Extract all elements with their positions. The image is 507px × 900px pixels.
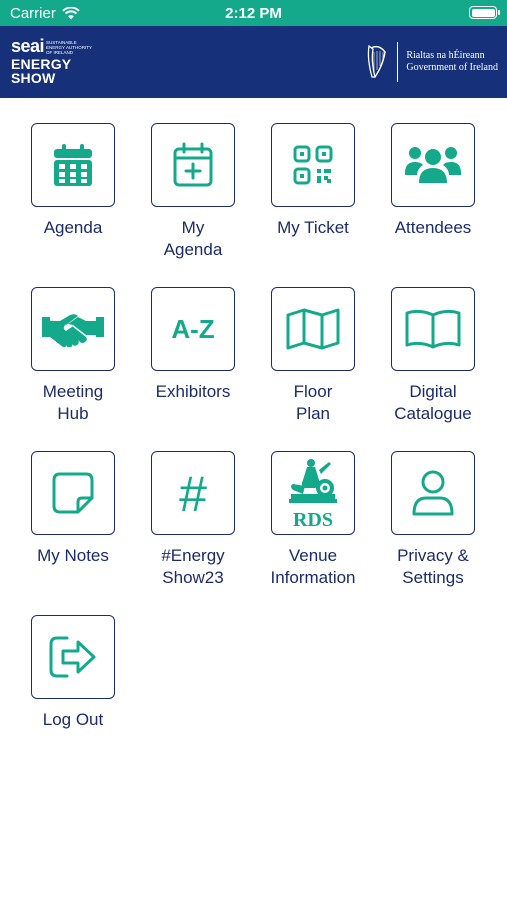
- status-bar: Carrier 2:12 PM: [0, 0, 507, 26]
- menu-tile-box[interactable]: A-Z: [151, 287, 235, 371]
- menu-item-label: My Agenda: [163, 218, 223, 259]
- menu-item-venue-information[interactable]: RDS Venue Information: [253, 451, 373, 589]
- calendar-icon: [54, 144, 92, 186]
- menu-tile-box[interactable]: [31, 451, 115, 535]
- menu-item-label: #Energy Show23: [161, 546, 225, 587]
- menu-item-log-out[interactable]: Log Out: [13, 615, 133, 731]
- logout-icon: [49, 636, 96, 678]
- menu-item-label: My Ticket: [277, 218, 349, 237]
- note-icon: [52, 472, 94, 514]
- rds-logo-text: RDS: [293, 509, 333, 530]
- map-icon: [286, 308, 340, 350]
- menu-item-my-agenda[interactable]: My Agenda: [133, 123, 253, 261]
- rds-logo-icon: RDS: [289, 459, 337, 530]
- hashtag-icon: #: [179, 468, 207, 518]
- menu-item-my-notes[interactable]: My Notes: [13, 451, 133, 567]
- menu-item-floor-plan[interactable]: Floor Plan: [253, 287, 373, 425]
- menu-item-attendees[interactable]: Attendees: [373, 123, 493, 239]
- menu-item-label: Digital Catalogue: [394, 382, 472, 423]
- user-icon: [412, 470, 454, 516]
- menu-tile-box[interactable]: [271, 287, 355, 371]
- menu-tile-box[interactable]: RDS: [271, 451, 355, 535]
- menu-item-agenda[interactable]: Agenda: [13, 123, 133, 239]
- menu-item-label: Floor Plan: [293, 382, 333, 423]
- government-of-ireland-logo: Rialtas na hÉireann Government of Irelan…: [363, 42, 498, 82]
- a-z-icon: A-Z: [171, 314, 214, 344]
- menu-tile-box[interactable]: [271, 123, 355, 207]
- seai-energy-show-logo: seai SUSTAINABLE ENERGY AUTHORITY OF IREL…: [11, 36, 92, 86]
- menu-item-label: Attendees: [394, 218, 472, 237]
- calendar-plus-icon: [173, 142, 213, 187]
- clock: 2:12 PM: [225, 5, 282, 22]
- gov-line-irish: Rialtas na hÉireann: [406, 50, 485, 61]
- menu-item-my-ticket[interactable]: My Ticket: [253, 123, 373, 239]
- menu-item-label: Privacy & Settings: [397, 546, 469, 587]
- battery-icon: [469, 6, 500, 19]
- header-divider: [397, 42, 399, 82]
- qr-code-icon: [293, 145, 333, 185]
- menu-item-label: Log Out: [42, 710, 104, 729]
- menu-tile-box[interactable]: [31, 123, 115, 207]
- harp-icon: [368, 44, 387, 78]
- menu-item-label: Meeting Hub: [42, 382, 104, 423]
- menu-item-meeting-hub[interactable]: Meeting Hub: [13, 287, 133, 425]
- menu-tile-box[interactable]: [151, 123, 235, 207]
- menu-tile-box[interactable]: [31, 615, 115, 699]
- menu-item-energy-show-hashtag[interactable]: # #Energy Show23: [133, 451, 253, 589]
- menu-tile-box[interactable]: [391, 287, 475, 371]
- menu-item-label: Venue Information: [270, 546, 356, 587]
- app-header: seai SUSTAINABLE ENERGY AUTHORITY OF IREL…: [0, 26, 507, 98]
- brand-line-2: SHOW: [11, 70, 56, 86]
- brand-seai: seai: [11, 36, 45, 56]
- menu-item-label: My Notes: [37, 546, 109, 565]
- menu-item-label: Agenda: [43, 218, 103, 237]
- menu-item-label: Exhibitors: [155, 382, 231, 401]
- menu-tile-box[interactable]: [31, 287, 115, 371]
- hashtag-icon-text: #: [179, 468, 207, 518]
- menu-tile-box[interactable]: [391, 451, 475, 535]
- government-text: Rialtas na hÉireann Government of Irelan…: [406, 50, 498, 74]
- book-icon: [405, 309, 461, 349]
- menu-item-digital-catalogue[interactable]: Digital Catalogue: [373, 287, 493, 425]
- menu-item-exhibitors[interactable]: A-Z Exhibitors: [133, 287, 253, 403]
- a-z-icon-text: A-Z: [171, 314, 214, 344]
- menu-tile-box[interactable]: [391, 123, 475, 207]
- brand-line-1: ENERGY: [11, 56, 72, 72]
- menu-item-privacy-settings[interactable]: Privacy & Settings: [373, 451, 493, 589]
- brand-tagline: SUSTAINABLE ENERGY AUTHORITY OF IRELAND: [46, 40, 92, 55]
- gov-line-english: Government of Ireland: [406, 62, 498, 73]
- handshake-icon: [42, 314, 104, 348]
- menu-tile-box[interactable]: #: [151, 451, 235, 535]
- people-icon: [405, 147, 461, 183]
